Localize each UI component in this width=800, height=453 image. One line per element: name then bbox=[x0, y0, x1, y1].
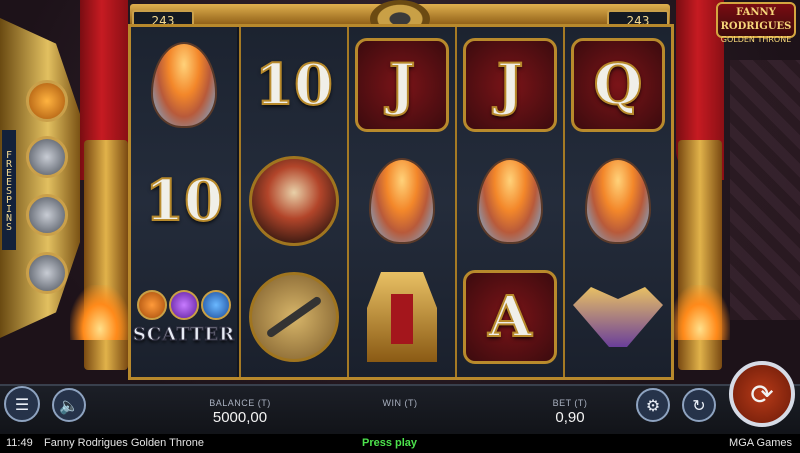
menu-button[interactable]: ☰ bbox=[4, 386, 40, 422]
wall-panel bbox=[730, 60, 800, 320]
balance-value: 5000,00 bbox=[212, 409, 268, 426]
royal-q-frame: Q bbox=[571, 38, 665, 132]
reel-3-row-3 bbox=[349, 259, 455, 375]
purple-orb-icon bbox=[168, 289, 199, 320]
bet-settings-button[interactable]: ⚙ bbox=[636, 388, 670, 422]
dragon-egg-symbol bbox=[369, 158, 435, 244]
spin-button[interactable]: ⟳ bbox=[729, 361, 795, 427]
reel-4-row-2 bbox=[457, 143, 563, 259]
reel-4-row-3: A bbox=[457, 259, 563, 375]
royal-j-symbol: J bbox=[388, 51, 416, 119]
freespin-gem-empty-icon bbox=[26, 136, 68, 178]
freespin-gem-lit-icon bbox=[26, 80, 68, 122]
autoplay-icon: ↻ bbox=[692, 395, 706, 415]
royal-10-symbol: 10 bbox=[144, 167, 224, 235]
status-game-name: Fanny Rodrigues Golden Throne bbox=[44, 437, 205, 449]
left-fire bbox=[70, 285, 130, 340]
bet-display: BET (T) 0,90 bbox=[530, 398, 610, 426]
logo-line2: GOLDEN THRONE bbox=[720, 35, 792, 44]
freespin-gem-empty-icon bbox=[26, 194, 68, 236]
sound-button[interactable]: 🔈 bbox=[52, 388, 86, 422]
scatter-symbol: SCATTER bbox=[132, 289, 236, 345]
reel-3-row-2 bbox=[349, 143, 455, 259]
reel-5-row-1: Q bbox=[565, 27, 671, 143]
reel-2-row-2 bbox=[241, 143, 347, 259]
reel-2: 10 bbox=[239, 27, 347, 377]
win-display: WIN (T) bbox=[350, 398, 450, 409]
reel-4: J A bbox=[455, 27, 563, 377]
status-bar: 11:49 Fanny Rodrigues Golden Throne Pres… bbox=[0, 434, 800, 453]
blue-orb-icon bbox=[200, 289, 231, 320]
autoplay-button[interactable]: ↻ bbox=[682, 388, 716, 422]
reel-3-row-1: J bbox=[349, 27, 455, 143]
reel-5-row-3 bbox=[565, 259, 671, 375]
reel-4-row-1: J bbox=[457, 27, 563, 143]
dragon-egg-symbol bbox=[585, 158, 651, 244]
provider-name: MGA Games bbox=[729, 437, 792, 449]
balance-label: BALANCE (T) bbox=[209, 398, 271, 408]
clock: 11:49 bbox=[6, 437, 33, 449]
bet-label: BET (T) bbox=[552, 398, 588, 408]
bet-value: 0,90 bbox=[555, 409, 585, 426]
reel-5: Q bbox=[563, 27, 671, 377]
royal-a-symbol: A bbox=[487, 283, 532, 351]
balance-display: BALANCE (T) 5000,00 bbox=[190, 398, 290, 426]
logo-line1: FANNY RODRIGUES bbox=[720, 7, 792, 32]
reel-2-row-3 bbox=[241, 259, 347, 375]
freespins-label: FREESPINS bbox=[2, 130, 16, 250]
royal-q-symbol: Q bbox=[593, 51, 644, 119]
right-fire bbox=[670, 285, 730, 340]
ship-symbol bbox=[249, 156, 339, 246]
dragon-egg-symbol bbox=[477, 158, 543, 244]
reel-5-row-2 bbox=[565, 143, 671, 259]
reel-2-row-1: 10 bbox=[241, 27, 347, 143]
chip-icon: ⚙ bbox=[645, 395, 661, 415]
orange-orb-icon bbox=[136, 289, 167, 320]
win-label: WIN (T) bbox=[382, 398, 418, 408]
royal-j-symbol: J bbox=[496, 51, 524, 119]
scatter-label: SCATTER bbox=[132, 323, 236, 345]
crown-symbol bbox=[573, 287, 663, 347]
freespin-gem-empty-icon bbox=[26, 252, 68, 294]
sword-symbol bbox=[249, 272, 339, 362]
speaker-icon: 🔈 bbox=[59, 395, 79, 415]
reel-1: 10 SCATTER bbox=[131, 27, 237, 377]
game-logo: FANNY RODRIGUES GOLDEN THRONE bbox=[716, 2, 796, 44]
press-play-message: Press play bbox=[362, 437, 418, 449]
royal-a-frame: A bbox=[463, 270, 557, 364]
reels-area: 10 SCATTER 10 J J A Q bbox=[128, 24, 674, 380]
royal-j-frame: J bbox=[463, 38, 557, 132]
royal-10-symbol: 10 bbox=[254, 51, 334, 119]
reel-1-row-1 bbox=[131, 27, 237, 143]
reel-1-row-2: 10 bbox=[131, 143, 237, 259]
reel-3: J bbox=[347, 27, 455, 377]
throne-symbol bbox=[367, 272, 437, 362]
hamburger-icon: ☰ bbox=[14, 394, 30, 414]
game-scene: 243 243 FANNY RODRIGUES GOLDEN THRONE 10… bbox=[0, 0, 800, 453]
spin-arrows-icon: ⟳ bbox=[750, 377, 774, 411]
royal-j-frame: J bbox=[355, 38, 449, 132]
dragon-egg-symbol bbox=[151, 42, 217, 128]
scatter-orbs bbox=[136, 289, 231, 320]
control-bar bbox=[0, 384, 800, 436]
reel-1-row-3: SCATTER bbox=[131, 259, 237, 375]
